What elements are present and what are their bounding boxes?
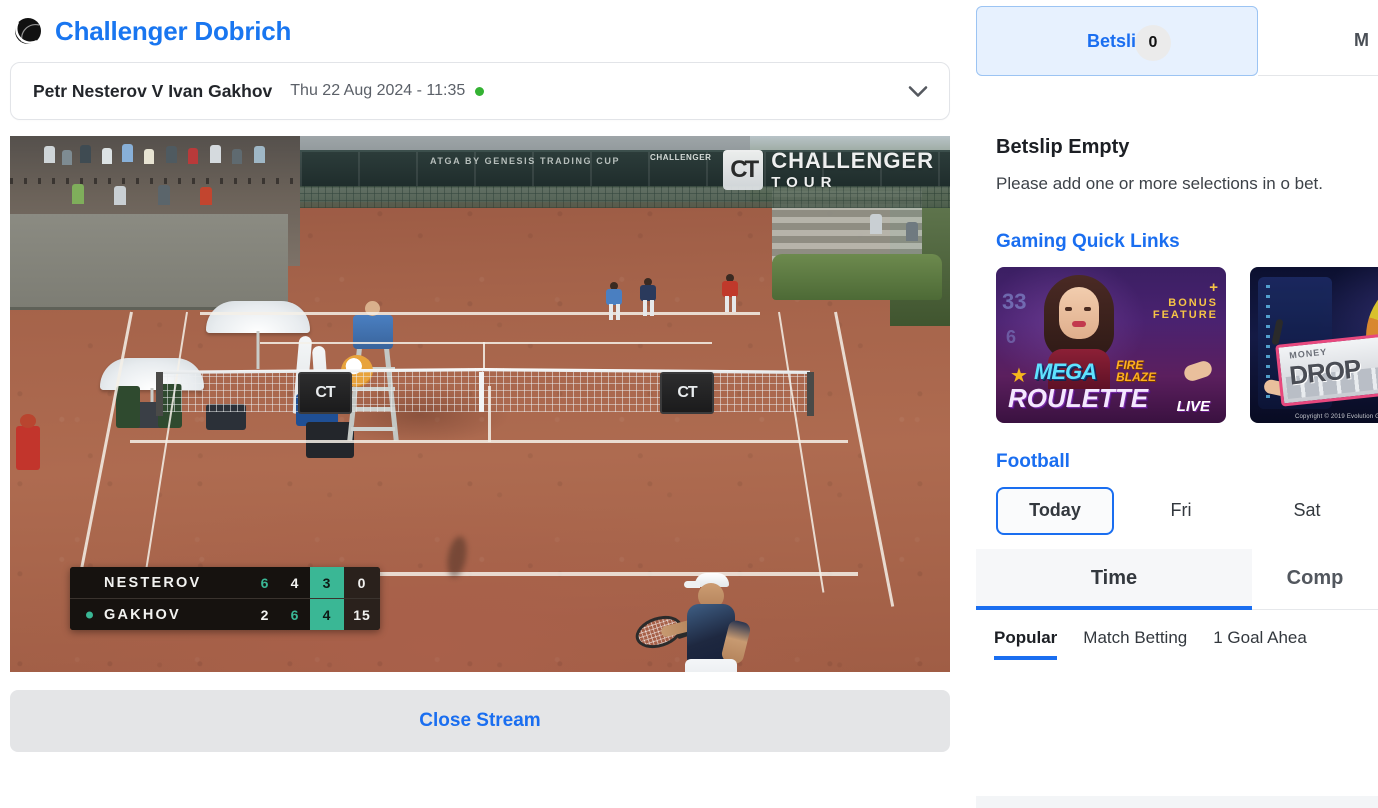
betslip-empty-title: Betslip Empty: [996, 136, 1130, 158]
player-2-label: GAKHOV: [104, 606, 181, 623]
scoreboard-p2-set1: 2: [260, 606, 270, 623]
hedge: [772, 254, 942, 300]
scoreboard-player-2-name: GAKHOV: [70, 599, 250, 630]
logo-mega: MEGA: [1034, 358, 1097, 384]
tile-copyright: Copyright © 2019 Evolution Gaming (UK) L…: [1294, 413, 1378, 420]
tab-my-bets[interactable]: M: [1258, 6, 1378, 76]
sidebar-tab-bar: Betslip 0 M: [976, 0, 1378, 76]
banner-logo-right: CHALLENGER: [650, 153, 712, 162]
court-service-line-far: [260, 342, 712, 344]
page-title: Challenger Dobrich: [55, 15, 292, 46]
chevron-down-icon[interactable]: [905, 78, 931, 104]
broadcast-watermark: CT CHALLENGER TOUR: [723, 150, 934, 190]
foreground-player: [631, 571, 775, 672]
watermark-line-2: TOUR: [771, 174, 838, 191]
bonus-line-2: FEATURE: [1152, 308, 1218, 321]
close-stream-button[interactable]: Close Stream: [10, 690, 950, 752]
tile-number-6: 6: [1006, 326, 1017, 347]
net-judge-box-right: CT: [660, 372, 714, 414]
football-heading: Football: [996, 450, 1070, 472]
court-baseline-far: [200, 312, 760, 315]
left-wall: [10, 214, 288, 310]
live-stream-video[interactable]: ATGA BY GENESIS TRADING CUP CHALLENGER C…: [10, 136, 950, 672]
market-tab-match-betting[interactable]: Match Betting: [1083, 610, 1187, 666]
scoreboard-p2-set2: 6: [290, 606, 300, 623]
gaming-tiles: 33 6 + BONUS FEATURE ★ MEGA FIRE BLAZE R…: [996, 266, 1378, 423]
betslip-sidebar: Betslip 0 M Betslip Empty Please add one…: [976, 0, 1378, 808]
live-status-dot: [475, 86, 485, 96]
event-header: Challenger Dobrich: [10, 0, 950, 62]
courtside-chair-1: [116, 386, 140, 428]
sort-tab-time[interactable]: Time: [976, 548, 1252, 610]
bonus-line-1: BONUS: [1168, 296, 1218, 309]
market-tab-1-goal-ahead[interactable]: 1 Goal Ahea: [1213, 610, 1307, 666]
tile-presenter: [1040, 274, 1118, 389]
serving-indicator: [86, 611, 93, 618]
tennis-ball-icon: [13, 16, 43, 46]
game-tile-mega-fire-blaze-roulette[interactable]: 33 6 + BONUS FEATURE ★ MEGA FIRE BLAZE R…: [996, 266, 1226, 423]
stream-column: Challenger Dobrich Petr Nesterov V Ivan …: [0, 0, 960, 808]
scoreboard-p1-points: 0: [344, 567, 380, 598]
player-1-label: NESTEROV: [104, 574, 202, 591]
tile-bonus-feature: + BONUS FEATURE: [1153, 279, 1218, 321]
sideline-spectator: [16, 426, 40, 470]
scoreboard-player-1-name: NESTEROV: [70, 567, 250, 598]
watermark-line-1: CHALLENGER: [771, 148, 934, 173]
betslip-empty-section: Betslip Empty Please add one or more sel…: [976, 136, 1378, 535]
football-market-tabs: Popular Match Betting 1 Goal Ahea: [976, 610, 1378, 666]
scoreboard-p1-set3: 3: [310, 567, 344, 598]
football-day-tabs: Today Fri Sat Sun: [996, 486, 1358, 535]
net-judge-logo-right: CT: [677, 384, 697, 401]
market-list-strip: [976, 796, 1378, 808]
net-judge-logo-left: CT: [315, 384, 335, 401]
scoreboard-p2-set3: 4: [310, 599, 344, 630]
game-tile-money-drop-live[interactable]: MONEY DROP LIVE Copyright © 2019 Evoluti…: [1250, 266, 1378, 423]
day-tab-today[interactable]: Today: [996, 486, 1114, 535]
sort-tab-competition[interactable]: Comp: [1252, 549, 1378, 609]
logo-live: LIVE: [1176, 397, 1210, 415]
football-sort-tabs: Time Comp: [976, 548, 1378, 610]
match-selector-bar[interactable]: Petr Nesterov V Ivan Gakhov Thu 22 Aug 2…: [10, 62, 950, 120]
day-tab-sun[interactable]: Sun: [1374, 487, 1378, 535]
page-root: Challenger Dobrich Petr Nesterov V Ivan …: [0, 0, 1378, 808]
scoreboard-p1-set1: 6: [260, 574, 270, 591]
betslip-count-badge: 0: [1135, 25, 1171, 61]
court-center-line-far: [483, 342, 485, 368]
net-judge-box-left: CT: [298, 372, 352, 414]
match-name: Petr Nesterov V Ivan Gakhov: [33, 80, 273, 101]
tile-number-33: 33: [1002, 288, 1027, 314]
court-scene: ATGA BY GENESIS TRADING CUP CHALLENGER C…: [10, 136, 950, 672]
day-tab-fri[interactable]: Fri: [1122, 487, 1240, 535]
gaming-quick-links-heading: Gaming Quick Links: [996, 230, 1180, 252]
bonus-plus: +: [1209, 278, 1218, 296]
tab-my-bets-label: M: [1354, 30, 1369, 50]
live-scoreboard: NESTEROV 6 4 3 0 GAKHOV 2 6 4 15: [70, 567, 380, 630]
challenger-tour-mark: CT: [723, 150, 764, 190]
tab-betslip[interactable]: Betslip 0: [976, 6, 1258, 76]
betslip-empty-message: Please add one or more selections in o b…: [996, 174, 1323, 193]
logo-roulette: ROULETTE: [1008, 382, 1149, 413]
scoreboard-p2-points: 15: [344, 599, 380, 630]
match-datetime: Thu 22 Aug 2024 - 11:35: [290, 82, 466, 99]
sponsor-banner-text: ATGA BY GENESIS TRADING CUP: [430, 156, 621, 166]
stand-rail: [10, 178, 300, 184]
tile-logo: ★ MEGA FIRE BLAZE ROULETTE LIVE: [1006, 358, 1216, 417]
logo-fire-blaze: FIRE BLAZE: [1116, 358, 1156, 384]
sideline-spectator-head: [20, 414, 36, 428]
day-tab-sat[interactable]: Sat: [1248, 487, 1366, 535]
umbrella-2: [206, 301, 310, 333]
scoreboard-p1-set2: 4: [290, 574, 300, 591]
market-tab-popular[interactable]: Popular: [994, 610, 1058, 666]
